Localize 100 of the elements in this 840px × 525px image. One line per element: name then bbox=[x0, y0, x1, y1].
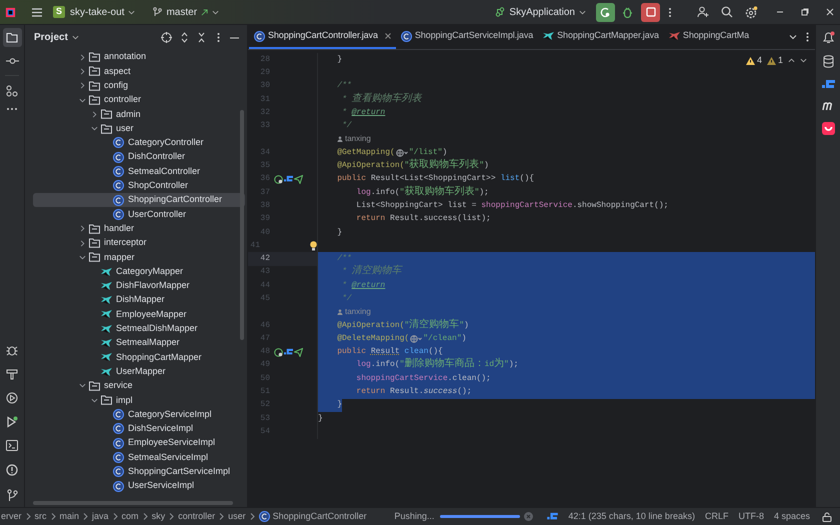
hammer-icon[interactable] bbox=[6, 368, 18, 380]
project-view-selector[interactable]: Project bbox=[34, 30, 79, 45]
tree-item[interactable]: SetmealMapper bbox=[33, 336, 245, 350]
stop-button[interactable] bbox=[641, 2, 660, 22]
tree-item[interactable]: SetmealServiceImpl bbox=[33, 450, 245, 465]
rerun-button[interactable] bbox=[596, 2, 615, 22]
weak-warning-count[interactable]: 1 bbox=[766, 54, 783, 68]
breadcrumb[interactable]: com bbox=[122, 510, 139, 524]
bell-icon[interactable] bbox=[822, 31, 834, 44]
editor-tab[interactable]: ShoppingCartServiceImpl.java bbox=[396, 25, 538, 49]
chevron-down-icon[interactable] bbox=[79, 254, 86, 261]
services-icon[interactable] bbox=[6, 392, 18, 404]
previous-icon[interactable] bbox=[788, 57, 795, 64]
run-icon[interactable] bbox=[6, 416, 18, 428]
breadcrumb[interactable]: erver bbox=[1, 510, 22, 524]
menu-icon[interactable] bbox=[31, 6, 43, 18]
database-icon[interactable] bbox=[822, 55, 834, 68]
breadcrumb[interactable]: src bbox=[34, 510, 47, 524]
breadcrumb[interactable]: sky bbox=[152, 510, 166, 524]
repository-selector[interactable]: sky-take-out bbox=[68, 4, 138, 20]
tree-item[interactable]: UserServiceImpl bbox=[33, 478, 245, 494]
tree-item[interactable]: service bbox=[33, 378, 245, 394]
git-icon[interactable] bbox=[6, 489, 18, 501]
globe-icon[interactable] bbox=[274, 174, 283, 184]
tree-item[interactable]: ShoppingCartServiceImpl bbox=[33, 464, 245, 479]
tree-item[interactable]: config bbox=[33, 78, 245, 93]
run-configuration-selector[interactable]: SkyApplication bbox=[493, 4, 588, 20]
more-icon[interactable] bbox=[6, 107, 18, 111]
tree-item[interactable]: mapper bbox=[33, 250, 245, 264]
tree-item[interactable]: impl bbox=[33, 393, 245, 408]
tree-item[interactable]: ShoppingCartController bbox=[33, 192, 245, 208]
breadcrumb[interactable]: ShoppingCartController bbox=[258, 510, 367, 524]
close-icon[interactable] bbox=[384, 33, 391, 39]
tree-item[interactable]: UserMapper bbox=[33, 364, 245, 379]
tree-item[interactable]: handler bbox=[33, 222, 245, 236]
tree-item[interactable]: admin bbox=[33, 107, 245, 122]
editor-tab[interactable]: ShoppingCartController.java bbox=[249, 25, 396, 49]
terminal-icon[interactable] bbox=[6, 440, 18, 451]
bug-icon[interactable] bbox=[6, 344, 18, 356]
more-icon[interactable] bbox=[806, 32, 809, 42]
tree-item[interactable]: DishController bbox=[33, 150, 245, 164]
tree-item[interactable]: SetmealController bbox=[33, 164, 245, 179]
close-icon[interactable] bbox=[826, 8, 834, 16]
structure-icon[interactable] bbox=[6, 85, 18, 97]
letter-m-icon[interactable] bbox=[822, 101, 834, 111]
chevron-right-icon[interactable] bbox=[91, 110, 98, 118]
breadcrumb[interactable]: main bbox=[60, 510, 80, 524]
breadcrumb[interactable]: controller bbox=[178, 510, 216, 524]
tree-item[interactable]: EmployeeServiceImpl bbox=[33, 436, 245, 450]
tree-item[interactable]: DishServiceImpl bbox=[33, 422, 245, 436]
settings-icon[interactable] bbox=[745, 6, 758, 18]
scrollbar[interactable] bbox=[33, 501, 233, 505]
chevron-down-icon[interactable] bbox=[91, 125, 98, 132]
locate-icon[interactable] bbox=[161, 32, 172, 43]
file-encoding[interactable]: UTF-8 bbox=[738, 510, 764, 524]
plugin-logo-icon[interactable] bbox=[822, 122, 834, 135]
caret-position[interactable]: 42:1 (235 chars, 10 line breaks) bbox=[568, 510, 695, 524]
tree-item[interactable]: controller bbox=[33, 92, 245, 108]
editor-tab[interactable]: ShoppingCartMapper.java bbox=[538, 25, 664, 49]
warning-count[interactable]: 4 bbox=[746, 54, 762, 68]
tree-item[interactable]: EmployeeMapper bbox=[33, 307, 245, 322]
options-icon[interactable] bbox=[217, 32, 220, 43]
expand-all-icon[interactable] bbox=[181, 32, 188, 43]
tree-item[interactable]: ShoppingCartMapper bbox=[33, 350, 245, 365]
tree-item[interactable]: SetmealDishMapper bbox=[33, 322, 245, 336]
tree-item[interactable]: DishFlavorMapper bbox=[33, 278, 245, 294]
scrollbar[interactable] bbox=[240, 110, 244, 340]
breadcrumb[interactable]: user bbox=[228, 510, 246, 524]
app-logo-icon[interactable] bbox=[5, 6, 16, 18]
tree-item[interactable]: aspect bbox=[33, 64, 245, 79]
tree-item[interactable]: CategoryServiceImpl bbox=[33, 407, 245, 422]
send-icon[interactable] bbox=[294, 348, 303, 357]
tree-item[interactable]: CategoryMapper bbox=[33, 264, 245, 279]
editor-tab[interactable]: ShoppingCartMa bbox=[664, 25, 752, 49]
next-icon[interactable] bbox=[800, 57, 807, 64]
tree-item[interactable]: interceptor bbox=[33, 236, 245, 250]
project-tool-icon[interactable] bbox=[2, 28, 22, 47]
restore-icon[interactable] bbox=[801, 8, 809, 16]
author-hint[interactable]: tanxing bbox=[337, 133, 371, 146]
search-icon[interactable] bbox=[721, 6, 733, 18]
tree-item[interactable]: CategoryController bbox=[33, 136, 245, 150]
tree-item[interactable]: ShopController bbox=[33, 178, 245, 193]
tree-item[interactable]: annotation bbox=[33, 50, 245, 64]
tree-item[interactable]: UserController bbox=[33, 207, 245, 222]
lightbulb-icon[interactable] bbox=[310, 240, 317, 251]
collapse-all-icon[interactable] bbox=[198, 32, 205, 43]
debug-icon[interactable] bbox=[622, 6, 633, 18]
chevron-down-icon[interactable] bbox=[789, 33, 797, 41]
globe-icon[interactable] bbox=[396, 148, 408, 157]
branch-selector[interactable]: master bbox=[151, 4, 222, 20]
lock-icon[interactable] bbox=[822, 512, 832, 522]
send-icon[interactable] bbox=[294, 174, 303, 184]
more-icon[interactable] bbox=[668, 6, 672, 18]
commit-icon[interactable] bbox=[6, 57, 18, 65]
tree-item[interactable]: user bbox=[33, 121, 245, 136]
indent-setting[interactable]: 4 spaces bbox=[774, 510, 810, 524]
line-separator[interactable]: CRLF bbox=[704, 510, 728, 524]
breadcrumb[interactable]: java bbox=[92, 510, 109, 524]
chevron-down-icon[interactable] bbox=[79, 96, 86, 104]
tree-item[interactable]: DishMapper bbox=[33, 293, 245, 308]
